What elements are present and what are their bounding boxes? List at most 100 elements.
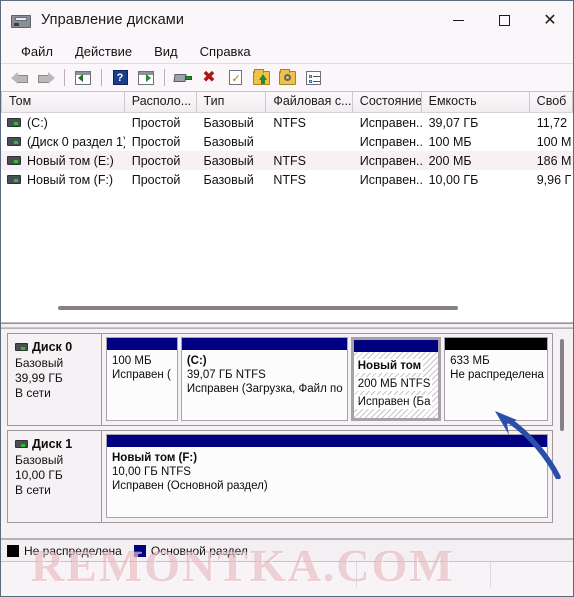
cell-status: Исправен... [359,172,422,187]
partition-e-selected[interactable]: Новый том 200 МБ NTFS Исправен (Ба [350,337,442,421]
partition-body: 100 МБ Исправен ( [107,350,177,420]
table-row[interactable]: (Диск 0 раздел 1) Простой Базовый Исправ… [1,132,573,151]
partition-body: Новый том 200 МБ NTFS Исправен (Ба [353,352,439,418]
partition-size: 39,07 ГБ NTFS [186,369,266,381]
show-hide-console-tree-icon [75,70,91,85]
cell-layout: Простой [131,115,181,130]
disk-row-1[interactable]: Диск 1 Базовый 10,00 ГБ В сети Новый том… [7,430,553,523]
cell-status: Исправен... [359,153,422,168]
rescan-disks-icon: ✓ [228,70,242,85]
disk-name-label: Диск 0 [32,340,73,354]
cell-volume: (Диск 0 раздел 1) [1,135,125,149]
partition-color-bar [106,338,177,350]
minimize-button[interactable] [435,1,481,39]
partition-color-bar [445,338,548,350]
partition-title: Новый том [353,359,424,373]
volume-list-body: (C:) Простой Базовый NTFS Исправен... 39… [1,113,573,189]
volume-icon [7,137,21,146]
partition-system-reserved[interactable]: 100 МБ Исправен ( [106,337,178,421]
close-button[interactable]: ✕ [527,1,573,39]
cell-free: 100 М [536,134,572,149]
partition-c[interactable]: (C:) 39,07 ГБ NTFS Исправен (Загрузка, Ф… [180,337,348,421]
volume-list-horizontal-scrollbar[interactable] [2,302,572,314]
disk-name-label: Диск 1 [32,437,73,451]
column-header-type[interactable]: Тип [196,92,267,112]
show-hide-console-tree-button[interactable] [72,67,94,89]
title-bar: Управление дисками ✕ [1,1,573,39]
legend-bar: Не распределена Основной раздел [1,539,573,561]
partition-size: 100 МБ [112,355,152,367]
cell-layout: Простой [131,134,181,149]
disk-info-1: Диск 1 Базовый 10,00 ГБ В сети [8,431,102,522]
menu-item-help[interactable]: Справка [190,41,261,62]
menu-bar: Файл Действие Вид Справка [1,39,573,64]
menu-item-action[interactable]: Действие [65,41,142,62]
partition-title: Новый том (F:) [112,452,198,464]
partition-status: Исправен ( [112,369,171,381]
delete-button[interactable]: ✖ [198,67,220,89]
disk-management-icon [11,12,31,28]
browse-button[interactable] [276,67,298,89]
column-header-layout[interactable]: Располо... [124,92,197,112]
maximize-button[interactable] [481,1,527,39]
partition-f[interactable]: Новый том (F:) 10,00 ГБ NTFS Исправен (О… [106,434,548,518]
window-title: Управление дисками [41,12,185,28]
column-header-status[interactable]: Состояние [352,92,422,112]
volume-list-header: Том Располо... Тип Файловая с... Состоян… [1,92,573,113]
table-row[interactable]: (C:) Простой Базовый NTFS Исправен... 39… [1,113,573,132]
table-row[interactable]: Новый том (F:) Простой Базовый NTFS Испр… [1,170,573,189]
menu-item-file[interactable]: Файл [11,41,63,62]
partition-color-bar [353,340,439,352]
create-vhd-icon [252,68,270,85]
partition-status: Не распределена [450,369,544,381]
back-icon [11,71,29,85]
partition-unallocated[interactable]: 633 МБ Не распределена [444,337,548,421]
help-button[interactable]: ? [109,67,131,89]
cell-volume-label: (Диск 0 раздел 1) [27,134,125,149]
delete-icon: ✖ [202,68,216,86]
attach-vhd-button[interactable] [172,67,194,89]
cell-capacity: 100 МБ [428,134,472,149]
partition-size: 10,00 ГБ NTFS [112,466,191,478]
disk-0-partitions: 100 МБ Исправен ( (C:) 39,07 ГБ NTFS Исп… [102,334,552,425]
disk-title-1: Диск 1 [15,437,97,451]
cell-type: Базовый [203,134,254,149]
partition-body: (C:) 39,07 ГБ NTFS Исправен (Загрузка, Ф… [181,350,347,420]
cell-volume-label: Новый том (E:) [27,153,114,168]
close-icon: ✕ [543,10,557,29]
forward-icon [37,71,55,85]
column-header-filesystem[interactable]: Файловая с... [266,92,353,112]
back-button[interactable] [9,67,31,89]
cell-volume: Новый том (F:) [1,173,125,187]
menu-item-view[interactable]: Вид [144,41,188,62]
status-bar-separator [356,562,357,587]
partition-size: 200 МБ NTFS [353,377,433,391]
column-header-volume[interactable]: Том [1,92,125,112]
toolbar-separator [64,69,65,86]
cell-free: 11,72 [536,115,568,130]
disk-row-0[interactable]: Диск 0 Базовый 39,99 ГБ В сети 100 МБ Ис… [7,333,553,426]
table-row[interactable]: Новый том (E:) Простой Базовый NTFS Испр… [1,151,573,170]
browse-icon [278,68,296,85]
cell-type: Базовый [203,153,254,168]
graph-pane-vertical-scrollbar-thumb[interactable] [560,339,564,431]
column-header-capacity[interactable]: Емкость [421,92,530,112]
rescan-disks-button[interactable]: ✓ [224,67,246,89]
disk-status-label: В сети [15,483,51,497]
cell-capacity: 200 МБ [428,153,472,168]
forward-button[interactable] [35,67,57,89]
cell-volume: Новый том (E:) [1,154,125,168]
column-header-free[interactable]: Своб [529,92,573,112]
properties-button[interactable] [302,67,324,89]
disk-type-label: Базовый [15,453,64,467]
cell-volume-label: Новый том (F:) [27,172,114,187]
partition-body: 633 МБ Не распределена [445,350,547,420]
disk-1-partitions: Новый том (F:) 10,00 ГБ NTFS Исправен (О… [102,431,552,522]
create-vhd-button[interactable] [250,67,272,89]
disk-icon [15,440,28,448]
cell-capacity: 10,00 ГБ [428,172,479,187]
disk-status-label: В сети [15,386,51,400]
show-action-pane-button[interactable] [135,67,157,89]
scrollbar-thumb[interactable] [58,306,458,310]
legend-swatch-primary [133,544,146,557]
